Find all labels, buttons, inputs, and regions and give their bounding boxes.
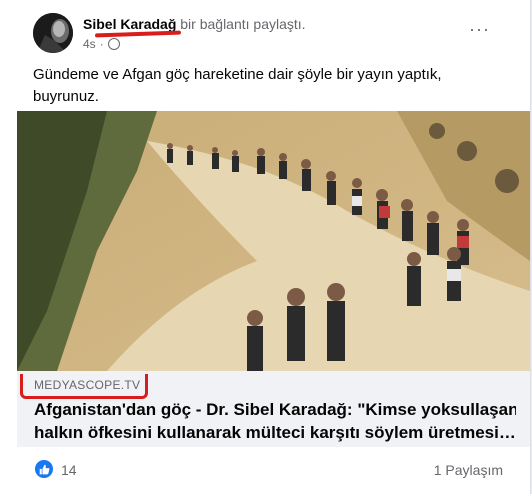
share-count[interactable]: 1 Paylaşım	[434, 462, 503, 478]
link-title-line2: halkın öfkesini kullanarak mülteci karşı…	[34, 423, 516, 442]
post-time[interactable]: 4s	[83, 37, 96, 51]
red-bracket-annotation	[20, 374, 148, 399]
post-header-title: Sibel Karadağ bir bağlantı paylaştı.	[83, 16, 306, 32]
post-meta: 4s ·	[83, 37, 120, 51]
author-name[interactable]: Sibel Karadağ	[83, 16, 176, 32]
reaction-count[interactable]: 14	[61, 462, 77, 478]
more-options-icon[interactable]: ···	[469, 20, 490, 38]
link-title[interactable]: Afganistan'dan göç - Dr. Sibel Karadağ: …	[34, 398, 516, 444]
post-action-text: bir bağlantı paylaştı.	[180, 16, 306, 32]
reaction-bar: 14 1 Paylaşım	[33, 458, 503, 482]
globe-icon	[107, 38, 120, 50]
post-card: Sibel Karadağ bir bağlantı paylaştı. 4s …	[0, 0, 531, 494]
link-preview-image[interactable]	[17, 111, 530, 371]
like-icon[interactable]	[35, 460, 53, 478]
post-text: Gündeme ve Afgan göç hareketine dair şöy…	[33, 66, 442, 105]
link-title-line1: Afganistan'dan göç - Dr. Sibel Karadağ: …	[34, 400, 516, 419]
avatar[interactable]	[33, 13, 73, 53]
